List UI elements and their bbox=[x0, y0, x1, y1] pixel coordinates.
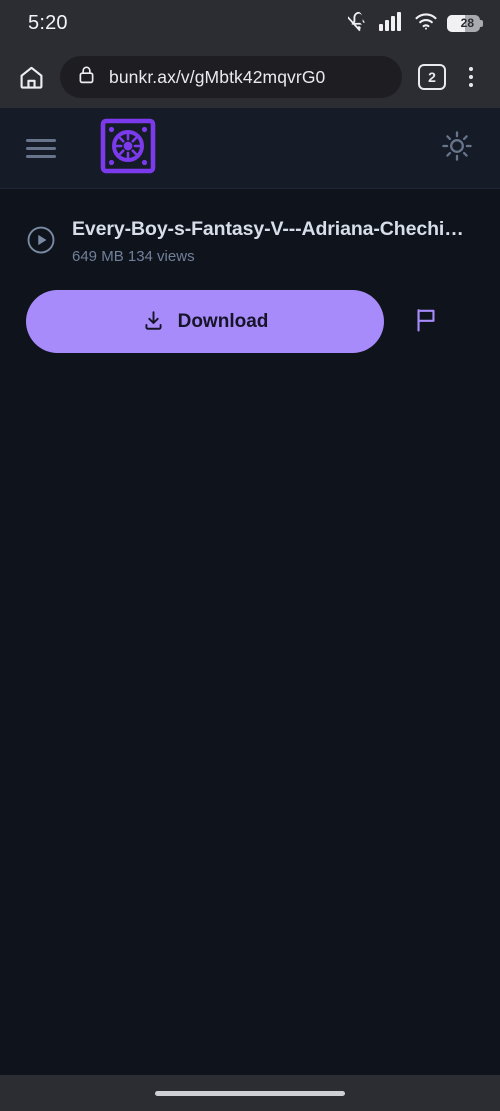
file-meta-text: 649 MB 134 views bbox=[72, 248, 195, 266]
site-navbar bbox=[0, 108, 500, 189]
battery-percent-label: 28 bbox=[460, 16, 474, 30]
hamburger-menu-icon[interactable] bbox=[26, 138, 56, 158]
android-gesture-nav-bar bbox=[0, 1075, 500, 1111]
bell-muted-icon bbox=[344, 10, 370, 37]
sun-icon[interactable] bbox=[440, 129, 474, 168]
status-bar-clock: 5:20 bbox=[28, 11, 68, 34]
file-title: Every-Boy-s-Fantasy-V---Adriana-Chechik-… bbox=[72, 218, 474, 240]
home-icon[interactable] bbox=[12, 58, 50, 96]
url-address-bar[interactable]: bunkr.ax/v/gMbtk42mqvrG0 bbox=[60, 56, 402, 98]
system-status-bar: 5:20 28 bbox=[0, 0, 500, 46]
battery-icon: 28 bbox=[447, 14, 483, 32]
flag-icon bbox=[412, 306, 440, 337]
url-text[interactable]: bunkr.ax/v/gMbtk42mqvrG0 bbox=[109, 67, 325, 88]
file-action-row: Download bbox=[26, 290, 474, 354]
status-bar-icons: 28 bbox=[344, 10, 483, 37]
bunkr-fan-logo-icon[interactable] bbox=[100, 118, 156, 179]
report-flag-button[interactable] bbox=[398, 294, 454, 350]
download-button-label: Download bbox=[177, 310, 269, 332]
play-circle-icon[interactable] bbox=[26, 225, 56, 260]
browser-toolbar: bunkr.ax/v/gMbtk42mqvrG0 2 bbox=[0, 46, 500, 108]
lock-icon bbox=[76, 64, 97, 90]
file-detail-page: Every-Boy-s-Fantasy-V---Adriana-Chechik-… bbox=[0, 189, 500, 354]
download-icon bbox=[142, 309, 165, 335]
home-gesture-handle[interactable] bbox=[155, 1090, 345, 1096]
tab-counter-button[interactable]: 2 bbox=[418, 64, 446, 90]
download-button[interactable]: Download bbox=[26, 290, 384, 354]
kebab-menu-icon[interactable] bbox=[456, 60, 486, 94]
file-info-row: Every-Boy-s-Fantasy-V---Adriana-Chechik-… bbox=[26, 217, 474, 265]
cellular-signal-icon bbox=[379, 11, 405, 36]
wifi-icon bbox=[414, 11, 438, 36]
file-text-column: Every-Boy-s-Fantasy-V---Adriana-Chechik-… bbox=[72, 217, 474, 265]
